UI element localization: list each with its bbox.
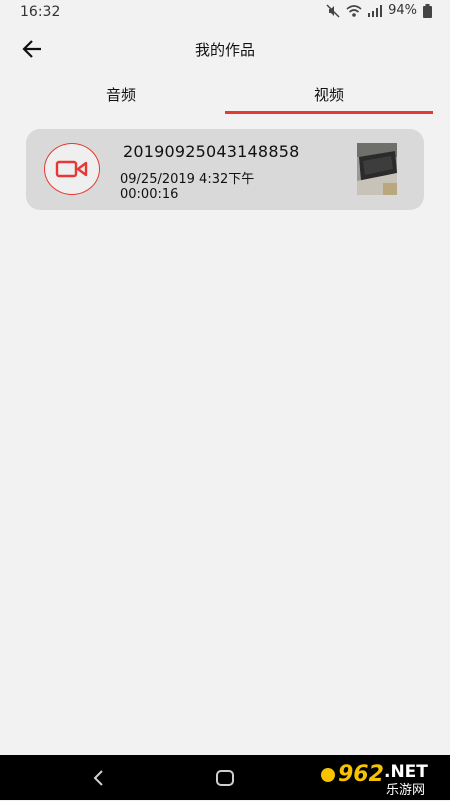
status-icons: 94%	[326, 3, 432, 18]
battery-icon	[423, 3, 432, 18]
file-date: 09/25/2019 4:32下午	[120, 172, 255, 187]
tab-indicator	[225, 111, 433, 114]
works-list: 20190925043148858 09/25/2019 4:32下午 00:0…	[26, 129, 424, 210]
app-toolbar: 我的作品	[0, 26, 450, 72]
file-name: 20190925043148858	[123, 142, 300, 161]
svg-text:.NET: .NET	[384, 762, 428, 782]
tab-video[interactable]: 视频	[225, 78, 433, 114]
signal-icon	[368, 4, 383, 17]
page-title: 我的作品	[194, 41, 255, 59]
battery-percent: 94%	[388, 3, 417, 18]
status-bar: 16:32 94%	[0, 0, 450, 26]
wifi-icon	[346, 4, 362, 17]
video-thumbnail	[357, 143, 397, 195]
nav-home-icon[interactable]	[214, 767, 236, 789]
svg-text:乐游网: 乐游网	[386, 783, 425, 797]
video-camera-icon	[44, 143, 100, 195]
tab-bar: 音频 视频	[0, 78, 450, 114]
nav-back-icon[interactable]	[88, 767, 110, 789]
list-item[interactable]: 20190925043148858 09/25/2019 4:32下午 00:0…	[26, 129, 424, 210]
status-time: 16:32	[20, 4, 61, 20]
svg-text:962: 962	[338, 762, 384, 787]
site-watermark: 962 .NET 乐游网	[318, 751, 446, 798]
tab-audio[interactable]: 音频	[17, 78, 225, 114]
mute-icon	[326, 3, 340, 18]
file-duration: 00:00:16	[120, 187, 179, 202]
